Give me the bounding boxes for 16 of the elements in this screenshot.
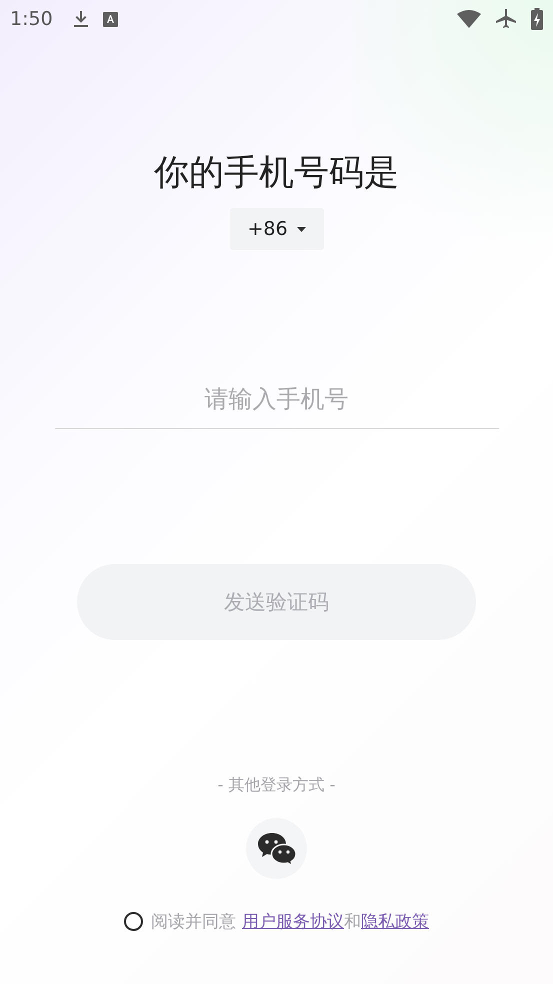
phone-input-field[interactable]: 请输入手机号 <box>54 370 498 429</box>
battery-icon <box>531 8 543 30</box>
agreement-link[interactable]: 隐私政策 <box>361 912 429 932</box>
agreement-text: 阅读并同意 用户服务协议和隐私政策 <box>151 911 429 933</box>
other-login-label: - 其他登录方式 - <box>216 775 336 796</box>
agreement-link[interactable]: 用户服务协议 <box>242 912 344 932</box>
wifi-icon <box>457 10 481 28</box>
airplane-icon <box>495 8 517 30</box>
page-title: 你的手机号码是 <box>153 152 400 195</box>
status-time: 1:50 <box>10 8 53 30</box>
keyboard-letter-icon <box>102 12 118 26</box>
chat-bubbles-icon <box>256 832 296 866</box>
caret-icon <box>296 226 306 232</box>
agree-checkbox[interactable] <box>124 912 143 931</box>
country-code-dropdown[interactable]: +86 <box>230 208 324 250</box>
download-icon <box>72 10 89 28</box>
